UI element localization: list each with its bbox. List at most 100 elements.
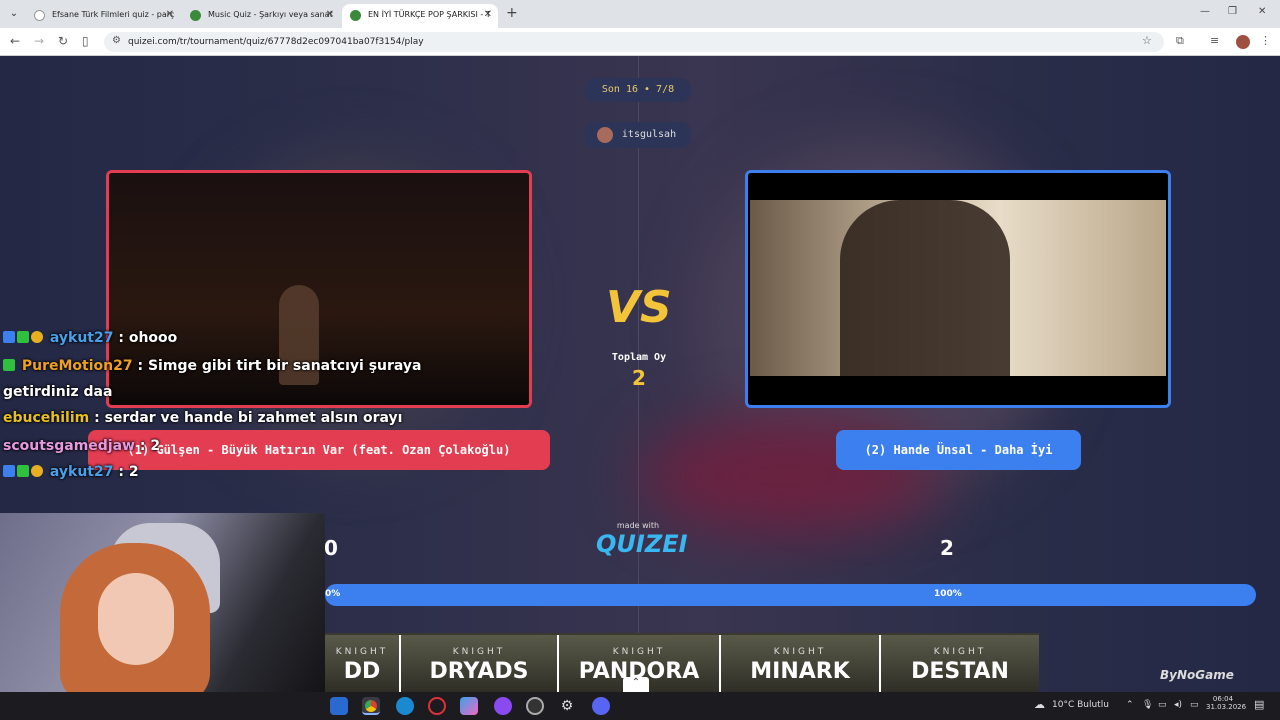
ad-banner[interactable]: KNIGHT DD KNIGHT DRYADS KNIGHT PANDORA KNIG…: [325, 633, 1039, 692]
badge-icon: [17, 465, 29, 477]
quizei-logo[interactable]: QUIZEI: [596, 530, 688, 558]
close-tab-icon[interactable]: ✕: [166, 9, 174, 20]
microphone-icon[interactable]: 🎙: [1142, 700, 1153, 710]
quiz-page: Son 16 • 7/8 itsgulsah VS Toplam Oy 2 (1…: [0, 56, 1280, 692]
badge-icon: [31, 465, 43, 477]
windows-taskbar: ⚙ ☁ 10°C Bulutlu ⌃ 🎙 ▭ ◂) ▭ 06:04 31.03.…: [0, 692, 1280, 720]
close-tab-icon[interactable]: ✕: [326, 9, 334, 20]
close-window-icon[interactable]: ✕: [1258, 6, 1266, 17]
badge-icon: [3, 465, 15, 477]
tab-3-active[interactable]: EN İYİ TÜRKÇE POP ŞARKISI - T ✕: [342, 4, 498, 28]
chevron-up-icon[interactable]: ⌃: [623, 677, 649, 692]
site-info-icon[interactable]: ⚙: [112, 35, 121, 46]
sidebar-icon[interactable]: ▯: [82, 34, 89, 48]
clock[interactable]: 06:04 31.03.2026: [1206, 695, 1247, 711]
badge-icon: [3, 359, 15, 371]
tab-title: Music Quiz - Şarkıyı veya sanat: [208, 10, 333, 19]
chat-username: aykut27: [49, 464, 114, 480]
browser-tab-bar: ⌄ Efsane Türk Filmleri quiz - parç ✕ Mus…: [0, 0, 1280, 28]
tab-1[interactable]: Efsane Türk Filmleri quiz - parç ✕: [26, 4, 180, 28]
chrome-icon[interactable]: [362, 697, 380, 715]
chat-text: : serdar ve hande bi zahmet alsın orayı: [94, 410, 403, 426]
bookmark-star-icon[interactable]: ☆: [1142, 34, 1152, 47]
file-explorer-icon[interactable]: [330, 697, 348, 715]
chrome-logo: [365, 700, 377, 712]
browser-menu-icon[interactable]: ⋮: [1260, 34, 1271, 47]
vote-progress-bar: [325, 584, 1256, 606]
chat-text: : ohooo: [118, 330, 178, 346]
total-votes-value: 2: [632, 366, 646, 390]
settings-gear-icon[interactable]: ⚙: [558, 697, 576, 715]
media-control-icon[interactable]: ≡: [1210, 34, 1219, 47]
extensions-icon[interactable]: ⧉: [1176, 34, 1184, 48]
round-indicator: Son 16 • 7/8: [585, 78, 691, 102]
weather-icon[interactable]: ☁: [1034, 698, 1045, 711]
new-tab-icon[interactable]: +: [506, 5, 518, 21]
tab-title: EN İYİ TÜRKÇE POP ŞARKISI - T: [368, 10, 491, 19]
network-icon[interactable]: ▭: [1158, 700, 1167, 710]
user-badge: itsgulsah: [585, 122, 691, 148]
chat-username: scoutsgamedjaw: [3, 438, 135, 454]
copilot-icon[interactable]: [460, 697, 478, 715]
chat-text: : 2: [118, 464, 139, 480]
streamer-face: [98, 573, 174, 665]
right-option-button[interactable]: (2) Hande Ünsal - Daha İyi: [836, 430, 1081, 470]
vs-icon: VS: [606, 282, 672, 333]
right-score: 2: [940, 536, 954, 560]
close-tab-icon[interactable]: ✕: [484, 9, 492, 20]
chat-message: getirdiniz daa: [3, 384, 112, 400]
chat-username: aykut27: [49, 330, 114, 346]
ad-panel[interactable]: KNIGHT DESTAN: [879, 635, 1039, 692]
chat-message: ebucehilim : serdar ve hande bi zahmet a…: [3, 410, 402, 426]
video-figure: [840, 200, 1010, 376]
url-field[interactable]: ⚙ quizei.com/tr/tournament/quiz/67778d2e…: [104, 32, 1164, 52]
obs-icon[interactable]: [526, 697, 544, 715]
edge-icon[interactable]: [396, 697, 414, 715]
weather-text[interactable]: 10°C Bulutlu: [1052, 700, 1109, 710]
right-percent: 100%: [934, 589, 962, 599]
tray-chevron-icon[interactable]: ⌃: [1126, 700, 1134, 710]
ad-panel[interactable]: KNIGHT DD: [325, 635, 399, 692]
bynogame-watermark: ByNoGame: [1160, 668, 1234, 682]
ad-panel[interactable]: KNIGHT MINARK: [719, 635, 879, 692]
tab-title: Efsane Türk Filmleri quiz - parç: [52, 10, 175, 19]
badge-icon: [17, 331, 29, 343]
back-icon[interactable]: ←: [10, 34, 20, 48]
forward-icon[interactable]: →: [34, 34, 44, 48]
left-score: 0: [324, 536, 338, 560]
profile-avatar[interactable]: [1236, 35, 1250, 49]
discord-icon[interactable]: [592, 697, 610, 715]
chat-message: scoutsgamedjaw : 2: [3, 438, 160, 454]
tab-favicon-icon: [190, 10, 201, 21]
left-percent: 0%: [325, 589, 341, 599]
total-votes-label: Toplam Oy: [611, 352, 667, 363]
chat-username: ebucehilim: [3, 410, 90, 426]
opera-icon[interactable]: [428, 697, 446, 715]
username: itsgulsah: [621, 129, 677, 140]
chat-text: : Simge gibi tirt bir sanatcıyi şuraya: [137, 358, 422, 374]
right-video-frame[interactable]: [748, 173, 1168, 405]
user-avatar: [597, 127, 613, 143]
chat-message: aykut27 : ohooo: [3, 330, 177, 346]
chat-username: PureMotion27: [21, 358, 133, 374]
maximize-icon[interactable]: ❐: [1228, 6, 1237, 17]
minimize-icon[interactable]: —: [1200, 6, 1210, 17]
tab-search-icon[interactable]: ⌄: [6, 6, 22, 22]
volume-icon[interactable]: ◂): [1174, 700, 1182, 710]
notifications-icon[interactable]: ▤: [1254, 698, 1264, 711]
chat-text: getirdiniz daa: [3, 384, 113, 400]
address-bar-row: ← → ↻ ▯ ⚙ quizei.com/tr/tournament/quiz/…: [0, 28, 1280, 56]
badge-icon: [3, 331, 15, 343]
tab-favicon-icon: [350, 10, 361, 21]
app-icon[interactable]: [494, 697, 512, 715]
url-text: quizei.com/tr/tournament/quiz/67778d2ec0…: [128, 37, 424, 47]
clock-date: 31.03.2026: [1206, 703, 1247, 711]
ad-panel[interactable]: KNIGHT DRYADS: [399, 635, 557, 692]
battery-icon[interactable]: ▭: [1190, 700, 1199, 710]
right-video-card[interactable]: [745, 170, 1171, 408]
made-with-label: made with: [616, 521, 660, 530]
badge-icon: [31, 331, 43, 343]
chat-text: : 2: [139, 438, 161, 454]
reload-icon[interactable]: ↻: [58, 34, 68, 48]
tab-2[interactable]: Music Quiz - Şarkıyı veya sanat ✕: [182, 4, 340, 28]
